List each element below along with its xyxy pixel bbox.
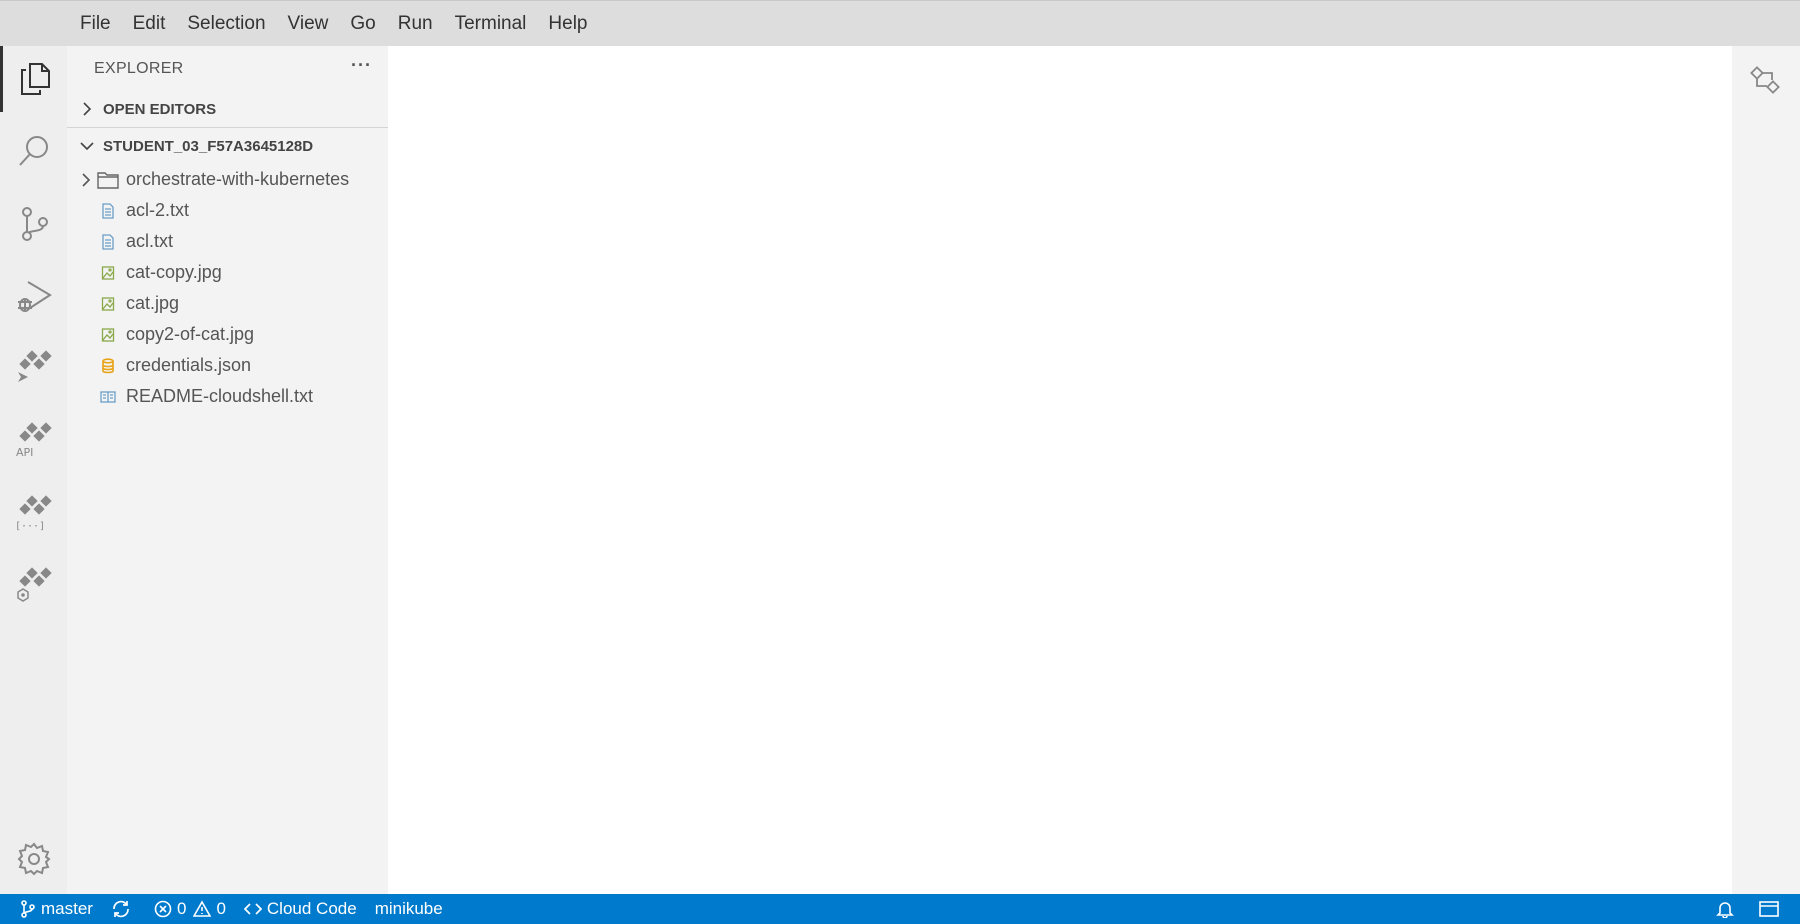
activity-search[interactable] xyxy=(0,118,67,184)
cloud-code-label: Cloud Code xyxy=(266,899,357,918)
tree-item-file[interactable]: cat.jpg xyxy=(67,288,388,319)
image-file-icon xyxy=(96,327,120,343)
activity-run-debug[interactable] xyxy=(0,263,67,329)
source-control-icon xyxy=(21,207,48,241)
cloud-code-run-icon xyxy=(17,350,52,382)
editor-area[interactable] xyxy=(388,46,1732,894)
menu-selection[interactable]: Selection xyxy=(176,1,276,47)
tree-item-folder[interactable]: orchestrate-with-kubernetes xyxy=(67,164,388,195)
explorer-title: EXPLORER xyxy=(94,59,184,77)
branch-status[interactable]: master xyxy=(0,894,102,924)
activity-cloud-code-api[interactable]: API xyxy=(0,408,67,474)
tree-item-label: copy2-of-cat.jpg xyxy=(126,324,255,344)
tree-item-label: cat.jpg xyxy=(126,293,180,313)
tree-item-label: acl-2.txt xyxy=(126,200,190,220)
right-side-bar xyxy=(1732,46,1800,894)
activity-cloud-code-run[interactable] xyxy=(0,336,67,402)
tree-item-file[interactable]: copy2-of-cat.jpg xyxy=(67,319,388,350)
cloud-code-explorer-icon xyxy=(1750,66,1780,94)
activity-settings[interactable] xyxy=(0,826,67,892)
svg-text:API: API xyxy=(16,446,33,459)
tree-item-label: acl.txt xyxy=(126,231,174,251)
explorer-header: EXPLORER ··· xyxy=(67,46,388,91)
menu-go[interactable]: Go xyxy=(339,1,386,47)
cloud-code-explorer-button[interactable] xyxy=(1732,60,1800,100)
workspace-label: STUDENT_03_F57A3645128D xyxy=(103,137,314,155)
file-tree: orchestrate-with-kubernetes acl-2.txt ac… xyxy=(67,164,388,412)
tree-item-file[interactable]: credentials.json xyxy=(67,350,388,381)
warning-icon xyxy=(193,900,212,917)
tree-item-label: cat-copy.jpg xyxy=(126,262,222,282)
cloud-code-secrets-icon: [···] xyxy=(15,495,52,532)
image-file-icon xyxy=(96,296,120,312)
problems-status[interactable]: 0 0 xyxy=(145,894,235,924)
tree-item-file[interactable]: acl-2.txt xyxy=(67,195,388,226)
status-bar: master 0 0 Cloud Code minikube xyxy=(0,894,1800,924)
menu-run[interactable]: Run xyxy=(387,1,444,47)
image-file-icon xyxy=(96,265,120,281)
gear-icon xyxy=(17,842,51,876)
kube-context-label: minikube xyxy=(374,899,443,918)
notifications-button[interactable] xyxy=(1704,894,1751,924)
text-file-icon xyxy=(96,233,120,250)
menu-file[interactable]: File xyxy=(69,1,122,47)
workspace-section[interactable]: STUDENT_03_F57A3645128D xyxy=(67,128,388,164)
menu-help[interactable]: Help xyxy=(537,1,598,47)
warning-count: 0 xyxy=(216,899,226,918)
activity-cloud-code-secrets[interactable]: [···] xyxy=(0,481,67,547)
code-brackets-icon xyxy=(243,903,262,915)
panel-layout-icon xyxy=(1759,901,1779,917)
explorer-sidebar: EXPLORER ··· OPEN EDITORS STUDENT_03_F57… xyxy=(67,46,388,894)
json-file-icon xyxy=(96,357,120,374)
tree-item-file[interactable]: acl.txt xyxy=(67,226,388,257)
tree-item-label: orchestrate-with-kubernetes xyxy=(126,169,350,189)
error-count: 0 xyxy=(176,899,187,918)
bell-icon xyxy=(1716,902,1734,918)
chevron-right-icon xyxy=(76,172,96,187)
tree-item-label: credentials.json xyxy=(126,355,252,375)
search-icon xyxy=(18,136,48,166)
cloud-code-api-icon: API xyxy=(16,422,52,459)
activity-bar: API [···] xyxy=(0,46,67,894)
chevron-down-icon xyxy=(77,136,97,156)
menu-view[interactable]: View xyxy=(277,1,340,47)
tree-item-label: README-cloudshell.txt xyxy=(126,386,314,406)
menu-bar: File Edit Selection View Go Run Terminal… xyxy=(0,0,1800,46)
more-actions-button[interactable]: ··· xyxy=(351,55,372,76)
kube-context-status[interactable]: minikube xyxy=(366,894,452,924)
svg-text:[···]: [···] xyxy=(15,521,45,532)
activity-explorer[interactable] xyxy=(0,46,67,112)
menu-edit[interactable]: Edit xyxy=(122,1,177,47)
error-icon xyxy=(154,900,172,918)
chevron-right-icon xyxy=(77,99,97,119)
branch-name: master xyxy=(41,899,93,918)
status-bar-right xyxy=(1704,894,1800,924)
activity-source-control[interactable] xyxy=(0,191,67,257)
files-icon xyxy=(21,63,50,95)
tree-item-file[interactable]: README-cloudshell.txt xyxy=(67,381,388,412)
sync-button[interactable] xyxy=(102,894,145,924)
sync-icon xyxy=(113,900,129,918)
run-debug-icon xyxy=(17,281,52,312)
menu-terminal[interactable]: Terminal xyxy=(444,1,538,47)
text-file-icon xyxy=(96,202,120,219)
cloud-code-kubernetes-icon xyxy=(16,567,52,602)
tree-item-file[interactable]: cat-copy.jpg xyxy=(67,257,388,288)
activity-cloud-code-kubernetes[interactable] xyxy=(0,553,67,619)
open-editors-label: OPEN EDITORS xyxy=(103,100,217,118)
readme-file-icon xyxy=(96,390,120,404)
cloud-code-status[interactable]: Cloud Code xyxy=(235,894,366,924)
source-control-icon xyxy=(21,900,35,918)
folder-icon xyxy=(96,171,120,189)
toggle-panel-button[interactable] xyxy=(1751,894,1800,924)
open-editors-section[interactable]: OPEN EDITORS xyxy=(67,91,388,127)
